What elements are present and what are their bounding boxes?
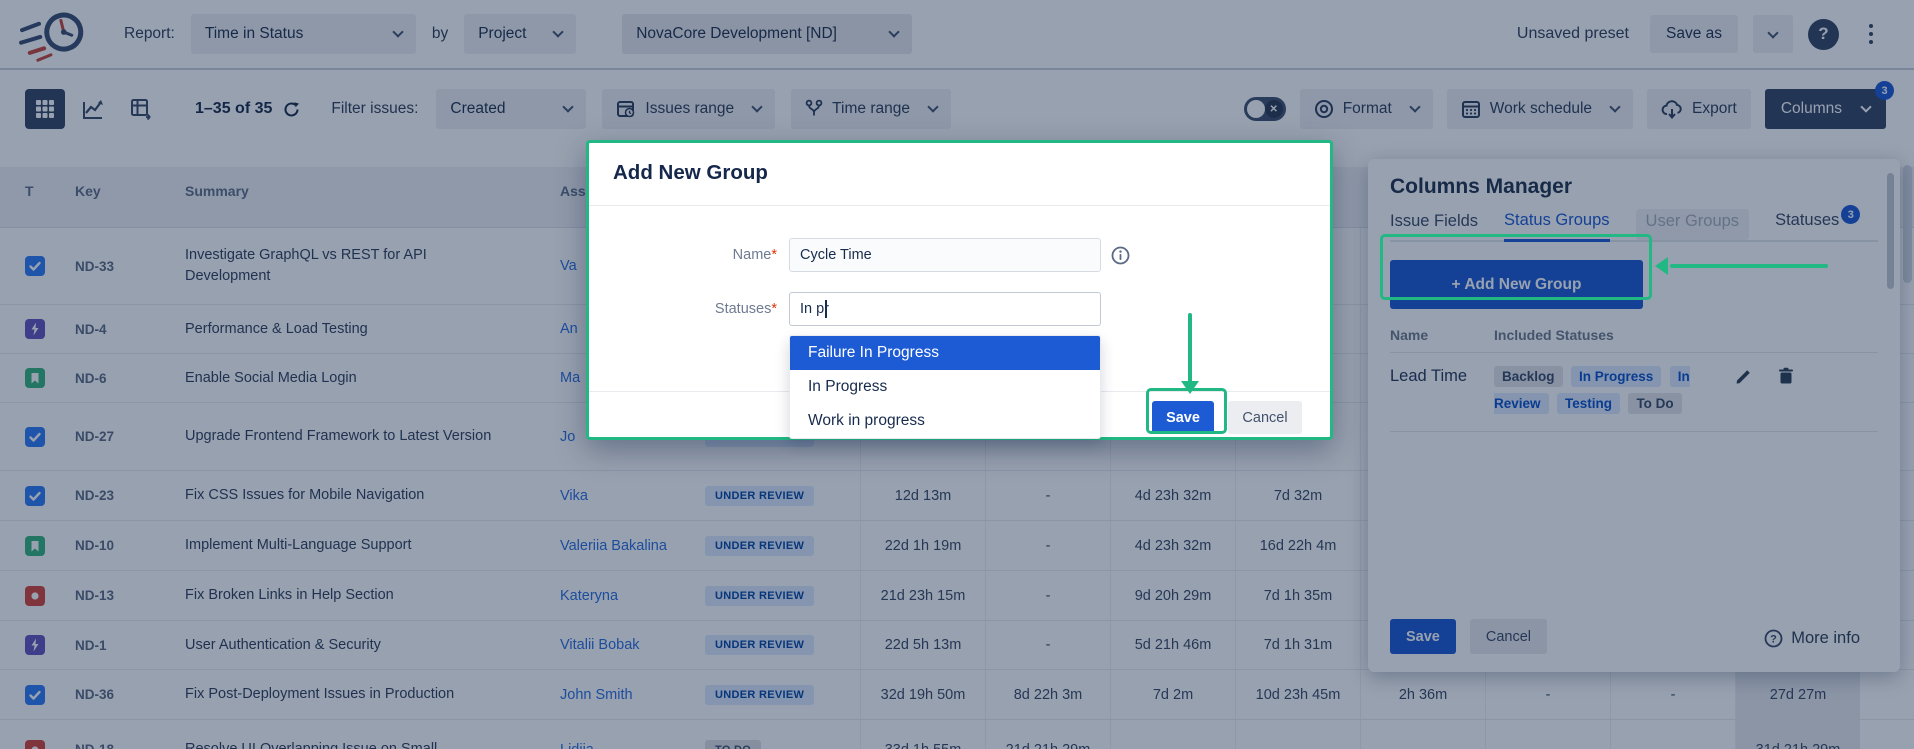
statuses-search-input[interactable] [789,292,1101,326]
modal-save-button[interactable]: Save [1152,401,1214,434]
modal-title: Add New Group [589,143,1330,185]
dropdown-option[interactable]: Failure In Progress [790,336,1100,370]
name-field-label: Name* [589,247,777,263]
group-name-input[interactable] [789,238,1101,272]
divider [589,205,1330,206]
dropdown-option[interactable]: In Progress [790,370,1100,404]
info-icon [1111,246,1130,265]
add-new-group-modal: Add New Group Name* Statuses* [586,140,1333,440]
dropdown-option[interactable]: Work in progress [790,404,1100,438]
text-cursor [825,300,827,318]
statuses-dropdown: Failure In ProgressIn ProgressWork in pr… [789,335,1101,439]
modal-cancel-button[interactable]: Cancel [1228,401,1302,434]
statuses-field-label: Statuses* [589,301,777,317]
